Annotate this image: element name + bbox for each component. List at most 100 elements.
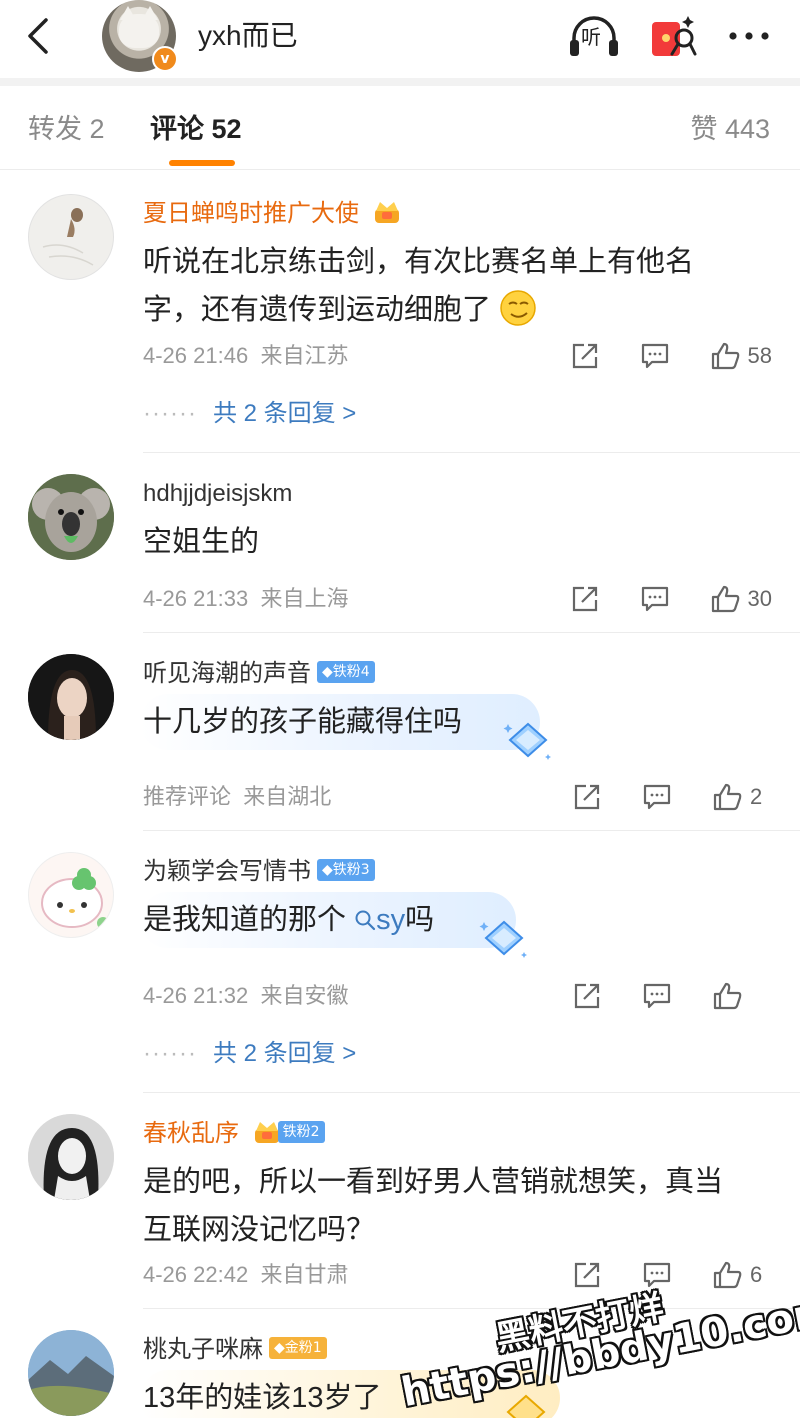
share-icon[interactable] bbox=[572, 782, 602, 812]
author-name[interactable]: hdhjjdjeisjskm bbox=[143, 478, 292, 510]
like-count: 2 bbox=[750, 784, 763, 809]
comment-author[interactable]: 听见海潮的声音 ◆铁粉4 bbox=[143, 658, 375, 690]
avatar[interactable] bbox=[28, 194, 114, 280]
listen-label: 听 bbox=[581, 25, 601, 49]
like-count: 6 bbox=[750, 1262, 763, 1287]
fan-badge: ◆铁粉3 bbox=[317, 858, 375, 881]
divider bbox=[143, 1308, 800, 1309]
smirk-emoji-icon bbox=[500, 290, 536, 326]
search-link[interactable]: sy bbox=[354, 904, 405, 936]
view-replies-link[interactable]: ······ 共 2 条回复 > bbox=[143, 1038, 356, 1070]
comment-location: 来自湖北 bbox=[243, 784, 332, 809]
comment-icon[interactable] bbox=[640, 584, 670, 614]
comment-author[interactable]: 为颖学会写情书 ◆铁粉3 bbox=[143, 856, 375, 888]
active-tab-indicator bbox=[169, 160, 235, 166]
comment-text: 是的吧，所以一看到好男人营销就想笑，真当 互联网没记忆吗？ bbox=[143, 1158, 763, 1254]
like-icon[interactable] bbox=[712, 1260, 742, 1290]
like-icon[interactable] bbox=[710, 341, 740, 371]
comment-author[interactable]: 夏日蝉鸣时推广大使 bbox=[143, 198, 402, 230]
avatar[interactable] bbox=[28, 852, 114, 938]
comment-text-segment: 吗 bbox=[405, 904, 435, 936]
avatar[interactable] bbox=[28, 1114, 114, 1200]
divider bbox=[143, 830, 800, 831]
comment-location: 来自甘肃 bbox=[260, 1262, 349, 1287]
comment-tag: 推荐评论 bbox=[143, 784, 232, 809]
top-bar: v yxh而已 听 bbox=[0, 0, 800, 78]
comment-actions bbox=[572, 976, 772, 1016]
tab-repost[interactable]: 转发 2 bbox=[28, 112, 105, 146]
comment-meta: 4-26 21:32 来自安徽 bbox=[143, 981, 348, 1011]
tab-bar: 转发 2 评论 52 赞 443 bbox=[0, 86, 800, 170]
fan-badge-label: 铁粉3 bbox=[332, 861, 370, 878]
comment-meta: 推荐评论 来自湖北 bbox=[143, 782, 331, 812]
comment-time: 4-26 22:42 bbox=[143, 1262, 249, 1287]
search-term[interactable]: sy bbox=[376, 904, 405, 936]
tab-likes[interactable]: 赞 443 bbox=[690, 112, 770, 146]
like-icon[interactable] bbox=[712, 782, 742, 812]
avatar[interactable] bbox=[28, 474, 114, 560]
header-divider bbox=[0, 78, 800, 86]
comment-meta: 4-26 21:33 来自上海 bbox=[143, 584, 348, 614]
comment-meta: 4-26 21:46 来自江苏 bbox=[143, 341, 348, 371]
comment-text-line: 是的吧，所以一看到好男人营销就想笑，真当 bbox=[143, 1166, 724, 1198]
comment-text: 十几岁的孩子能藏得住吗 bbox=[143, 698, 763, 746]
author-name[interactable]: 听见海潮的声音 bbox=[143, 660, 311, 687]
comment-actions: 30 bbox=[570, 579, 772, 619]
comment-actions: 6 bbox=[572, 1255, 772, 1295]
comment-text: 是我知道的那个 sy吗 bbox=[143, 896, 763, 944]
profile-name[interactable]: yxh而已 bbox=[198, 18, 298, 54]
comment-author[interactable]: 桃丸子咪麻 ◆金粉1 bbox=[143, 1334, 327, 1366]
listen-icon[interactable]: 听 bbox=[566, 12, 622, 62]
share-icon[interactable] bbox=[570, 584, 600, 614]
comment-actions: 2 bbox=[572, 777, 772, 817]
author-name[interactable]: 为颖学会写情书 bbox=[143, 858, 311, 885]
comment-location: 来自上海 bbox=[260, 586, 349, 611]
comment-location: 来自安徽 bbox=[260, 983, 349, 1008]
comment-text-line: 空姐生的 bbox=[143, 526, 260, 558]
comment-item: 春秋乱序 铁粉2 是的吧，所以一看到好男人营销就想笑，真当 互联网没记忆吗？ 4… bbox=[0, 1110, 800, 1308]
red-packet-icon[interactable] bbox=[648, 12, 698, 62]
tab-comments[interactable]: 评论 52 bbox=[150, 112, 242, 146]
like-count: 30 bbox=[747, 586, 772, 611]
comment-location: 来自江苏 bbox=[260, 343, 349, 368]
comment-text-line: 听说在北京练击剑，有次比赛名单上有他名 bbox=[143, 246, 695, 278]
comment-icon[interactable] bbox=[642, 782, 672, 812]
comment-text-segment: 字，还有遗传到运动细胞了 bbox=[143, 294, 492, 326]
comment-icon[interactable] bbox=[642, 981, 672, 1011]
avatar[interactable] bbox=[28, 1330, 114, 1416]
reply-dots: ······ bbox=[143, 400, 197, 427]
comment-item: 为颖学会写情书 ◆铁粉3 是我知道的那个 sy吗 4-26 21:32 来自安徽 … bbox=[0, 848, 800, 1090]
comment-meta: 4-26 22:42 来自甘肃 bbox=[143, 1260, 348, 1290]
comment-text: 听说在北京练击剑，有次比赛名单上有他名 字，还有遗传到运动细胞了 bbox=[143, 238, 763, 334]
back-icon[interactable] bbox=[20, 14, 60, 58]
replies-text[interactable]: 共 2 条回复 > bbox=[213, 1040, 356, 1067]
comment-time: 4-26 21:32 bbox=[143, 983, 249, 1008]
comment-author[interactable]: 春秋乱序 铁粉2 bbox=[143, 1118, 325, 1150]
comment-actions: 58 bbox=[570, 336, 772, 376]
share-icon[interactable] bbox=[572, 1260, 602, 1290]
author-name[interactable]: 桃丸子咪麻 bbox=[143, 1336, 263, 1363]
fan-badge-label: 金粉1 bbox=[284, 1339, 322, 1356]
view-replies-link[interactable]: ······ 共 2 条回复 > bbox=[143, 398, 356, 430]
author-name[interactable]: 春秋乱序 bbox=[143, 1120, 239, 1147]
reply-dots: ······ bbox=[143, 1040, 197, 1067]
comment-time: 4-26 21:33 bbox=[143, 586, 249, 611]
replies-text[interactable]: 共 2 条回复 > bbox=[213, 400, 356, 427]
search-icon bbox=[355, 910, 376, 931]
share-icon[interactable] bbox=[572, 981, 602, 1011]
like-icon[interactable] bbox=[712, 981, 742, 1011]
comment-text-segment: 是我知道的那个 bbox=[143, 904, 347, 936]
comment-item: 夏日蝉鸣时推广大使 听说在北京练击剑，有次比赛名单上有他名 字，还有遗传到运动细… bbox=[0, 190, 800, 452]
comment-item: hdhjjdjeisjskm 空姐生的 4-26 21:33 来自上海 30 bbox=[0, 470, 800, 632]
avatar[interactable] bbox=[28, 654, 114, 740]
fan-badge: 铁粉2 bbox=[277, 1120, 325, 1143]
share-icon[interactable] bbox=[570, 341, 600, 371]
comment-item: 听见海潮的声音 ◆铁粉4 十几岁的孩子能藏得住吗 推荐评论 来自湖北 2 bbox=[0, 650, 800, 830]
comment-text-line: 十几岁的孩子能藏得住吗 bbox=[143, 706, 463, 738]
divider bbox=[143, 632, 800, 633]
author-name[interactable]: 夏日蝉鸣时推广大使 bbox=[143, 200, 359, 227]
fan-badge: ◆铁粉4 bbox=[317, 660, 375, 683]
comment-icon[interactable] bbox=[640, 341, 670, 371]
like-icon[interactable] bbox=[710, 584, 740, 614]
more-icon[interactable] bbox=[724, 12, 774, 62]
